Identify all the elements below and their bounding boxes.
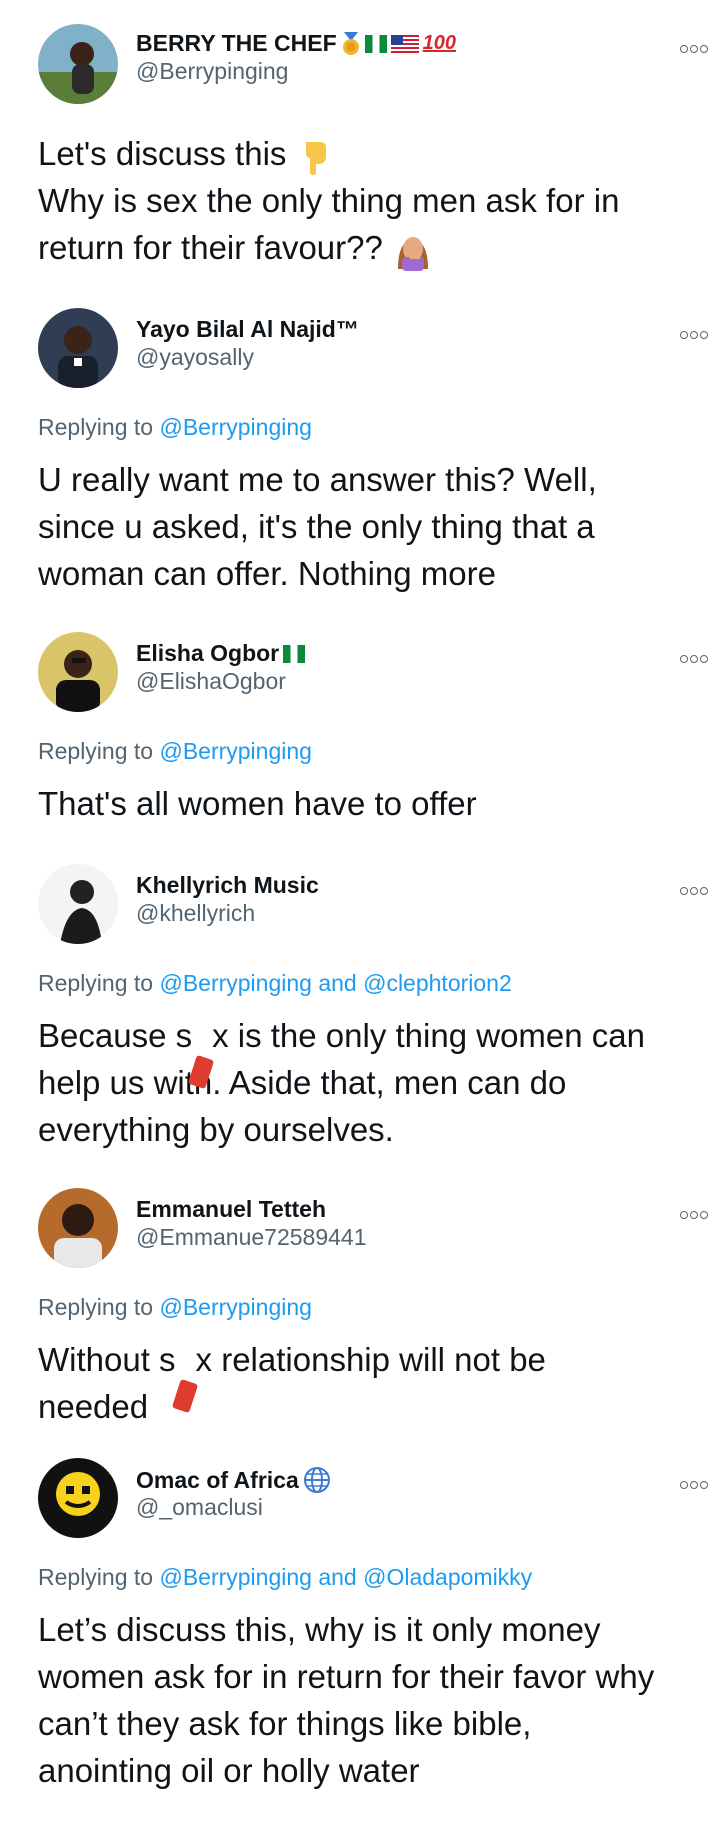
more-options-icon[interactable]: [679, 1478, 709, 1492]
mention-link[interactable]: @Berrypinging and @clephtorion2: [159, 970, 511, 996]
more-options-icon[interactable]: [679, 652, 709, 666]
display-name[interactable]: BERRY THE CHEF: [136, 30, 337, 57]
tweet-text: U really want me to answer this? Well, s…: [38, 461, 597, 592]
tweet-text: Because sx is the only thing women can h…: [38, 1017, 645, 1148]
more-options-icon[interactable]: [679, 328, 709, 342]
tweet-text: That's all women have to offer: [38, 785, 477, 822]
more-options-icon[interactable]: [679, 1208, 709, 1222]
replying-to: Replying to @Berrypinging: [38, 1294, 312, 1320]
display-name[interactable]: Emmanuel Tetteh: [136, 1196, 326, 1223]
user-handle[interactable]: @ElishaOgbor: [136, 668, 286, 695]
tweet-text: Let's discuss this Why is sex the only t…: [38, 130, 708, 272]
replying-to: Replying to @Berrypinging and @clephtori…: [38, 970, 512, 996]
display-name[interactable]: Yayo Bilal Al Najid™: [136, 316, 359, 343]
mention-link[interactable]: @Berrypinging and @Oladapomikky: [159, 1564, 532, 1590]
user-handle[interactable]: @yayosally: [136, 344, 254, 371]
avatar[interactable]: [38, 1458, 118, 1538]
display-name[interactable]: Omac of Africa: [136, 1467, 299, 1494]
replying-to: Replying to @Berrypinging: [38, 738, 312, 764]
avatar[interactable]: [38, 864, 118, 944]
mention-link[interactable]: @Berrypinging: [159, 1294, 311, 1320]
nigeria-flag-icon: [283, 644, 306, 663]
replying-to: Replying to @Berrypinging: [38, 414, 312, 440]
hundred-points-icon: 100: [422, 32, 457, 54]
user-handle[interactable]: @_omaclusi: [136, 1494, 263, 1521]
user-handle[interactable]: @khellyrich: [136, 900, 255, 927]
mention-link[interactable]: @Berrypinging: [159, 738, 311, 764]
avatar[interactable]: [38, 632, 118, 712]
tweet-text: Without sx relationship will not be need…: [38, 1341, 546, 1425]
more-options-icon[interactable]: [679, 884, 709, 898]
medal-icon: [342, 31, 359, 55]
mention-link[interactable]: @Berrypinging: [159, 414, 311, 440]
avatar[interactable]: [38, 1188, 118, 1268]
replying-to: Replying to @Berrypinging and @Oladapomi…: [38, 1564, 533, 1590]
nigeria-flag-icon: [364, 34, 387, 53]
avatar[interactable]: [38, 308, 118, 388]
avatar[interactable]: [38, 24, 118, 104]
user-handle[interactable]: @Emmanue72589441: [136, 1224, 367, 1251]
user-handle[interactable]: @Berrypinging: [136, 58, 288, 85]
globe-icon: [303, 1467, 330, 1493]
us-flag-icon: [390, 34, 419, 53]
facepalm-icon: [398, 237, 429, 272]
more-options-icon[interactable]: [679, 42, 709, 56]
pointing-down-icon: [305, 142, 326, 176]
tweet-text: Let’s discuss this, why is it only money…: [38, 1611, 655, 1789]
display-name[interactable]: Elisha Ogbor: [136, 640, 279, 667]
display-name[interactable]: Khellyrich Music: [136, 872, 319, 899]
